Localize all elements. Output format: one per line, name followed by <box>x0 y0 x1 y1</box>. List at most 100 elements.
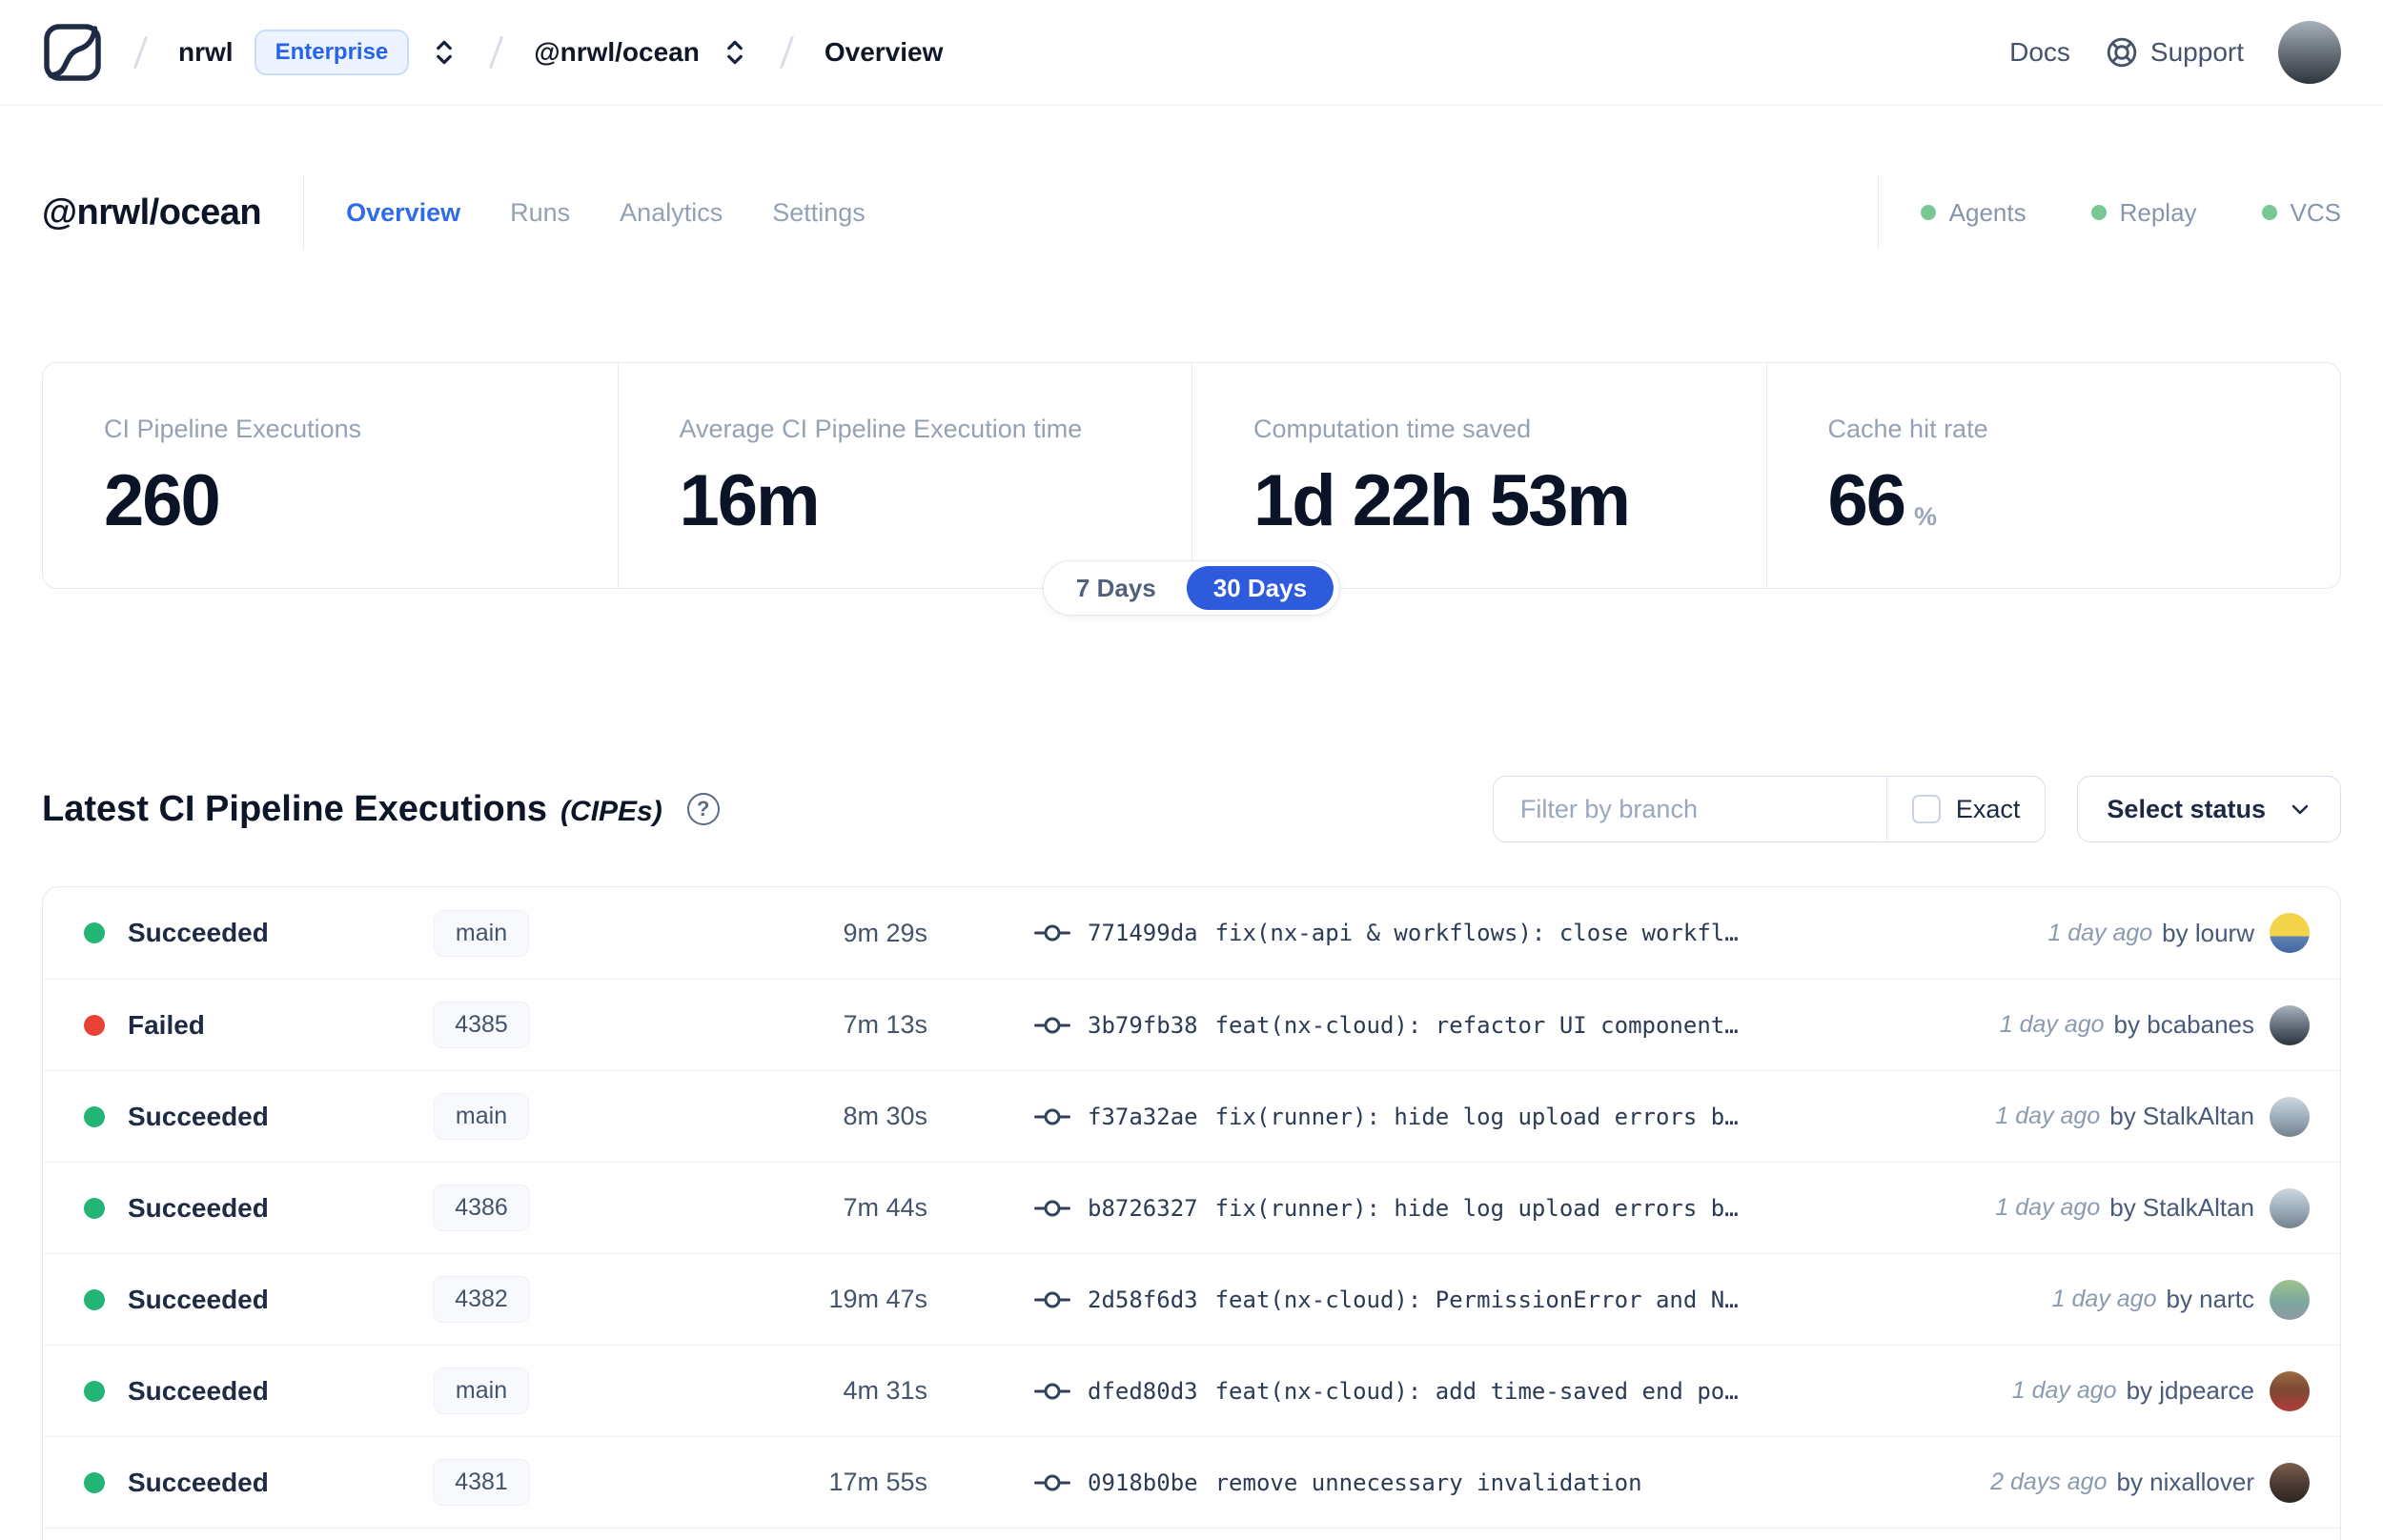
chevrons-up-down-icon[interactable] <box>721 36 749 69</box>
time-ago: 1 day ago <box>1995 1103 2101 1129</box>
breadcrumb-separator <box>132 35 149 70</box>
stat-ci-pipeline-executions: CI Pipeline Executions 260 <box>43 363 618 588</box>
git-commit-icon <box>1034 1287 1070 1312</box>
stat-label: CI Pipeline Executions <box>104 415 362 443</box>
commit-hash: 0918b0be <box>1088 1469 1198 1496</box>
commit-cell: b8726327 fix(runner): hide log upload er… <box>939 1195 1995 1222</box>
branch-cell: 4386 <box>386 1185 577 1231</box>
date-range-toggle: 7 Days 30 Days <box>1042 560 1341 616</box>
branch-badge[interactable]: 4381 <box>433 1459 530 1506</box>
time-ago: 1 day ago <box>2051 1286 2157 1312</box>
author-byline: by lourw <box>2162 918 2254 947</box>
commit-hash: f37a32ae <box>1088 1103 1198 1130</box>
cipe-table: Succeeded main 9m 29s 771499da fix(nx-ap… <box>42 886 2341 1540</box>
commit-hash: b8726327 <box>1088 1194 1198 1222</box>
author-byline: by bcabanes <box>2113 1010 2254 1039</box>
meta-cell: 1 day ago by lourw <box>2047 913 2340 953</box>
status-dot-icon <box>84 1471 105 1493</box>
status-select-label: Select status <box>2107 794 2266 823</box>
cipe-row[interactable]: Failed 4385 7m 13s 3b79fb38 feat(nx-clou… <box>43 979 2340 1070</box>
cipe-row[interactable]: Succeeded 4382 19m 47s 2d58f6d3 feat(nx-… <box>43 1253 2340 1345</box>
branch-badge[interactable]: main <box>433 1368 530 1414</box>
status-cell: Succeeded <box>43 1376 386 1407</box>
meta-cell: 2 days ago by nixallover <box>1990 1462 2340 1503</box>
author-byline: by nixallover <box>2116 1468 2254 1496</box>
support-label: Support <box>2149 37 2244 67</box>
org-name[interactable]: nrwl <box>178 37 234 68</box>
status-label: Succeeded <box>128 918 269 947</box>
workspace-services: Agents Replay VCS <box>1877 175 2341 250</box>
commit-message: feat(nx-cloud): refactor UI component… <box>1214 1011 1739 1039</box>
status-dot-icon <box>1920 205 1936 220</box>
tab-runs[interactable]: Runs <box>510 198 570 228</box>
status-cell: Succeeded <box>43 1193 386 1224</box>
avatar <box>2270 913 2310 953</box>
service-vcs[interactable]: VCS <box>2261 197 2341 228</box>
tab-settings[interactable]: Settings <box>772 198 866 228</box>
git-commit-icon <box>1034 1013 1070 1038</box>
branch-badge[interactable]: 4385 <box>433 1002 530 1048</box>
branch-badge[interactable]: 4386 <box>433 1185 530 1231</box>
exact-match-control: Exact <box>1885 777 2046 841</box>
commit-message: fix(runner): hide log upload errors b… <box>1214 1194 1739 1222</box>
nx-cloud-logo-icon[interactable] <box>42 22 103 83</box>
service-label: VCS <box>2290 197 2341 227</box>
cipes-section-header: Latest CI Pipeline Executions (CIPEs) ? … <box>42 770 2341 848</box>
duration: 19m 47s <box>828 1285 927 1313</box>
workspace-tabs: Overview Runs Analytics Settings <box>346 198 866 228</box>
enterprise-badge: Enterprise <box>254 30 410 75</box>
stat-computation-time-saved: Computation time saved 1d 22h 53m <box>1192 363 1766 588</box>
cipe-row[interactable]: Succeeded main 8m 30s f37a32ae fix(runne… <box>43 1070 2340 1162</box>
chevrons-up-down-icon[interactable] <box>430 36 458 69</box>
service-agents[interactable]: Agents <box>1920 198 2027 228</box>
meta-cell: 1 day ago by StalkAltan <box>1995 1187 2340 1228</box>
branch-badge[interactable]: 4382 <box>433 1276 530 1323</box>
branch-cell: main <box>386 909 577 957</box>
user-avatar[interactable] <box>2278 21 2341 84</box>
time-ago: 1 day ago <box>2047 919 2153 946</box>
status-dot-icon <box>84 1014 105 1036</box>
branch-cell: 4381 <box>386 1459 577 1506</box>
service-replay[interactable]: Replay <box>2090 198 2197 228</box>
cipe-row[interactable]: Succeeded main 4m 31s dfed80d3 feat(nx-c… <box>43 1345 2340 1436</box>
status-label: Succeeded <box>128 1192 269 1223</box>
commit-hash: dfed80d3 <box>1088 1377 1198 1405</box>
branch-cell: 4385 <box>386 1002 577 1048</box>
avatar <box>2270 1370 2310 1411</box>
stat-value: 260 <box>104 460 221 541</box>
cipe-row[interactable]: Succeeded 4381 17m 55s 0918b0be remove u… <box>43 1436 2340 1528</box>
stat-label: Average CI Pipeline Execution time <box>679 415 1083 443</box>
commit-cell: 2d58f6d3 feat(nx-cloud): PermissionError… <box>939 1287 2052 1313</box>
tab-analytics[interactable]: Analytics <box>620 198 723 228</box>
branch-badge[interactable]: main <box>433 909 530 957</box>
avatar <box>2270 1004 2310 1045</box>
nav-actions: Docs Support <box>2009 21 2341 84</box>
git-commit-icon <box>1034 1196 1070 1221</box>
status-dot-icon <box>84 1105 105 1127</box>
stat-cache-hit-rate: Cache hit rate 66% <box>1765 363 2341 588</box>
status-dot-icon <box>84 1380 105 1402</box>
status-cell: Succeeded <box>43 918 386 948</box>
time-ago: 1 day ago <box>1999 1011 2105 1038</box>
branch-badge[interactable]: main <box>433 1093 530 1140</box>
cipe-row[interactable]: Succeeded main 9m 29s 771499da fix(nx-ap… <box>43 887 2340 979</box>
breadcrumb-page: Overview <box>824 37 944 67</box>
status-select-dropdown[interactable]: Select status <box>2077 776 2341 842</box>
git-commit-icon <box>1034 921 1070 945</box>
range-30-days[interactable]: 30 Days <box>1186 566 1334 610</box>
support-link[interactable]: Support <box>2105 35 2244 70</box>
status-dot-icon <box>84 922 105 943</box>
tab-overview[interactable]: Overview <box>346 198 460 228</box>
docs-link[interactable]: Docs <box>2009 37 2070 68</box>
workspace-name[interactable]: @nrwl/ocean <box>534 37 700 68</box>
cipe-row[interactable]: Succeeded 4386 7m 44s b8726327 fix(runne… <box>43 1162 2340 1253</box>
stat-value: 16m <box>679 460 821 541</box>
branch-filter-input[interactable] <box>1493 777 1886 841</box>
range-7-days[interactable]: 7 Days <box>1049 566 1183 610</box>
workspace-selector: @nrwl/ocean <box>534 36 749 69</box>
branch-cell: 4382 <box>386 1276 577 1323</box>
commit-cell: 0918b0be remove unnecessary invalidation <box>939 1469 1990 1496</box>
exact-checkbox[interactable] <box>1911 795 1941 823</box>
help-icon[interactable]: ? <box>686 793 720 825</box>
duration: 4m 31s <box>843 1376 927 1405</box>
